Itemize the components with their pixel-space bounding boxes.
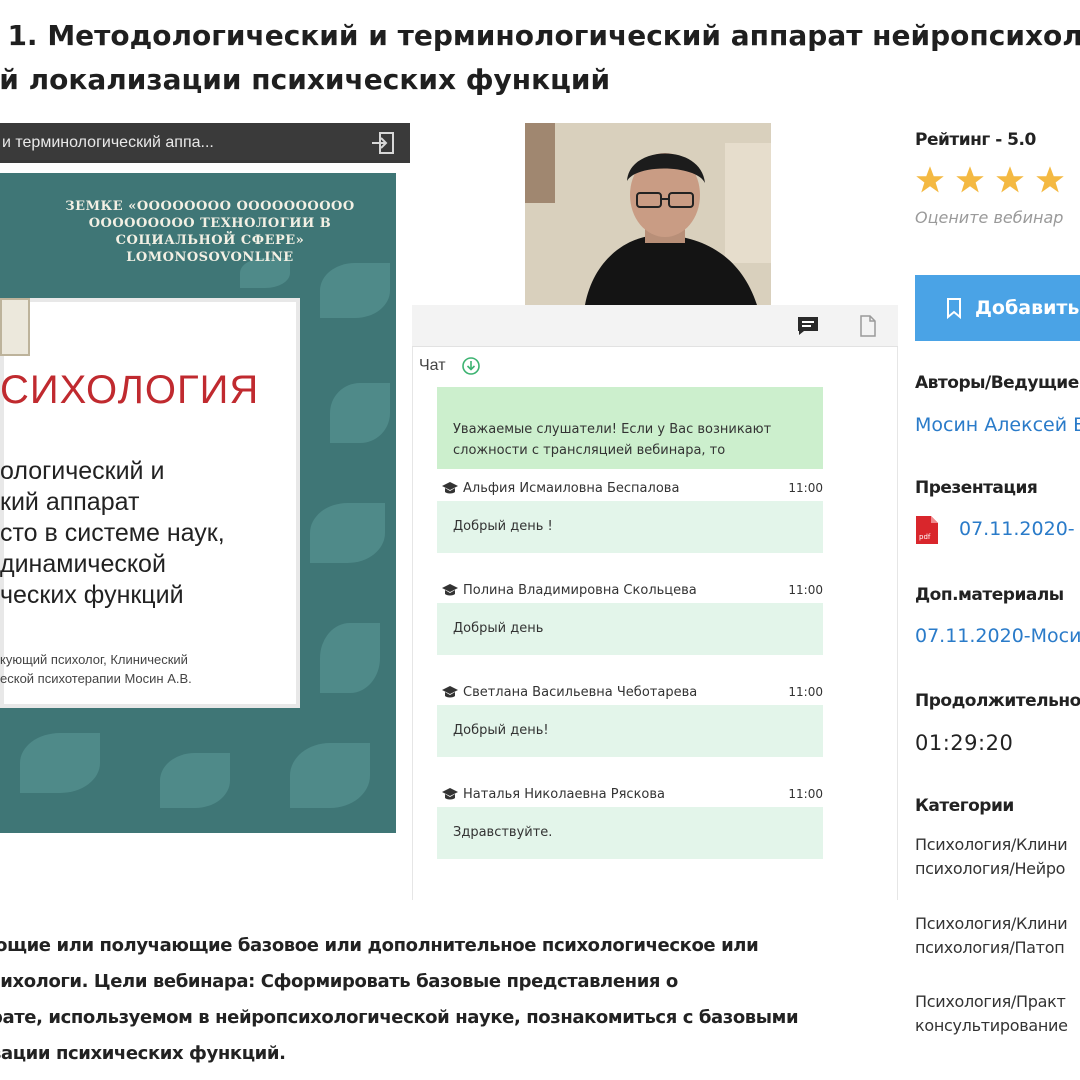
description-line: сихологи. Цели вебинара: Сформировать ба… — [0, 971, 678, 992]
category-link[interactable]: Психология/Клини психология/Патоп — [915, 912, 1080, 960]
chat-message: Наталья Николаевна Ряскова 11:00 Здравст… — [437, 785, 823, 859]
presenter-video-frame — [525, 123, 771, 305]
star-icon[interactable] — [995, 165, 1025, 195]
slide-title-card: СИХОЛОГИЯ ологический и кий аппарат сто … — [0, 298, 300, 708]
duration-value: 01:29:20 — [915, 731, 1014, 755]
slide-card-tab — [0, 298, 30, 356]
category-link[interactable]: Психология/Практ консультирование — [915, 990, 1080, 1038]
chat-message-text: Добрый день — [437, 603, 823, 655]
star-icon[interactable] — [955, 165, 985, 195]
document-icon[interactable] — [856, 315, 880, 337]
chat-title: Чат — [419, 357, 446, 374]
slide-body: ологический и кий аппарат сто в системе … — [0, 456, 300, 611]
pdf-icon[interactable]: pdf — [915, 515, 939, 545]
chat-author: Светлана Васильевна Чеботарева — [463, 685, 698, 700]
slide-body-line: кий аппарат — [0, 488, 140, 516]
bookmark-icon — [947, 298, 961, 319]
system-message: Уважаемые слушатели! Если у Вас возникаю… — [437, 387, 823, 469]
chat-time: 11:00 — [788, 685, 823, 699]
webinar-description: ющие или получающие базовое или дополнит… — [0, 928, 830, 1072]
chat-time: 11:00 — [788, 787, 823, 801]
slide-ornament — [20, 733, 100, 793]
description-line: вации психических функций. — [0, 1043, 286, 1064]
svg-text:pdf: pdf — [919, 533, 931, 541]
chat-message-header: Светлана Васильевна Чеботарева 11:00 — [437, 683, 823, 705]
chat-message-text: Здравствуйте. — [437, 807, 823, 859]
chat-message-header: Полина Владимировна Скольцева 11:00 — [437, 581, 823, 603]
categories-label: Категории — [915, 796, 1014, 816]
presentation-player: и терминологический аппа... ЗЕМКЕ «ООООО… — [0, 123, 410, 833]
presentation-label: Презентация — [915, 478, 1038, 498]
graduation-cap-icon — [442, 788, 458, 800]
slide-ornament — [320, 263, 390, 318]
graduation-cap-icon — [442, 482, 458, 494]
category-link[interactable]: Психология/Клини психология/Нейро — [915, 833, 1080, 881]
slide-ornament — [160, 753, 230, 808]
chat-message: Альфия Исмаиловна Беспалова 11:00 Добрый… — [437, 479, 823, 553]
add-button-label: Добавить — [975, 297, 1080, 319]
category-line: психология/Нейро — [915, 859, 1066, 878]
rating-label: Рейтинг - 5.0 — [915, 130, 1036, 150]
download-icon[interactable] — [461, 356, 481, 376]
slide-author-line: еской психотерапии Мосин А.В. — [0, 671, 192, 686]
chat-icon[interactable] — [796, 315, 820, 337]
slide-body-line: ологический и — [0, 457, 165, 485]
chat-message-text: Добрый день ! — [437, 501, 823, 553]
slide-header-text: ЗЕМКЕ «ОООООООО ОООООООООО ООООООООО ТЕХ… — [65, 199, 355, 265]
slide-author-line: кующий психолог, Клинический — [0, 652, 188, 667]
chat-message-header: Наталья Николаевна Ряскова 11:00 — [437, 785, 823, 807]
category-line: Психология/Клини — [915, 835, 1068, 854]
author-link[interactable]: Мосин Алексей В — [915, 414, 1080, 436]
category-line: Психология/Клини — [915, 914, 1068, 933]
slide-ornament — [310, 503, 385, 563]
star-icon[interactable] — [1035, 165, 1065, 195]
slide-ornament — [320, 623, 380, 693]
chat-message: Светлана Васильевна Чеботарева 11:00 Доб… — [437, 683, 823, 757]
player-title-bar: и терминологический аппа... — [0, 123, 410, 163]
chat-author: Альфия Исмаиловна Беспалова — [463, 481, 680, 496]
slide-ornament — [290, 743, 370, 808]
slide-body-line: ческих функций — [0, 581, 184, 609]
webinar-info-sidebar: Рейтинг - 5.0 Оцените вебинар Добавить А… — [915, 0, 1080, 1080]
slide-ornament — [330, 383, 390, 443]
star-icon[interactable] — [915, 165, 945, 195]
webcam-video[interactable] — [525, 123, 771, 305]
duration-label: Продолжительнос — [915, 691, 1080, 711]
category-line: консультирование — [915, 1016, 1068, 1035]
materials-label: Доп.материалы — [915, 585, 1064, 605]
add-button[interactable]: Добавить — [915, 275, 1080, 341]
slide-body-line: сто в системе наук, — [0, 519, 225, 547]
graduation-cap-icon — [442, 686, 458, 698]
chat-time: 11:00 — [788, 481, 823, 495]
presentation-link[interactable]: 07.11.2020- — [959, 518, 1075, 540]
slide-heading: СИХОЛОГИЯ — [0, 368, 260, 412]
chat-message-text: Добрый день! — [437, 705, 823, 757]
chat-time: 11:00 — [788, 583, 823, 597]
description-line: рате, используемом в нейропсихологическо… — [0, 1007, 799, 1028]
player-title: и терминологический аппа... — [2, 134, 214, 151]
chat-author: Полина Владимировна Скольцева — [463, 583, 697, 598]
slide-author: кующий психолог, Клинический еской психо… — [0, 650, 300, 688]
authors-label: Авторы/Ведущие — [915, 373, 1079, 393]
chat-panel: Чат Уважаемые слушатели! Если у Вас возн… — [412, 347, 898, 900]
category-line: Психология/Практ — [915, 992, 1066, 1011]
chat-author: Наталья Николаевна Ряскова — [463, 787, 666, 802]
materials-link[interactable]: 07.11.2020-Моси — [915, 625, 1080, 647]
slide-body-line: динамической — [0, 550, 166, 578]
description-line: ющие или получающие базовое или дополнит… — [0, 935, 759, 956]
chat-toolbar — [412, 305, 898, 347]
chat-message: Полина Владимировна Скольцева 11:00 Добр… — [437, 581, 823, 655]
graduation-cap-icon — [442, 584, 458, 596]
category-line: психология/Патоп — [915, 938, 1065, 957]
presentation-slide: ЗЕМКЕ «ОООООООО ОООООООООО ООООООООО ТЕХ… — [0, 173, 396, 833]
exit-icon[interactable] — [370, 131, 396, 155]
rate-hint: Оцените вебинар — [915, 208, 1064, 227]
chat-message-header: Альфия Исмаиловна Беспалова 11:00 — [437, 479, 823, 501]
